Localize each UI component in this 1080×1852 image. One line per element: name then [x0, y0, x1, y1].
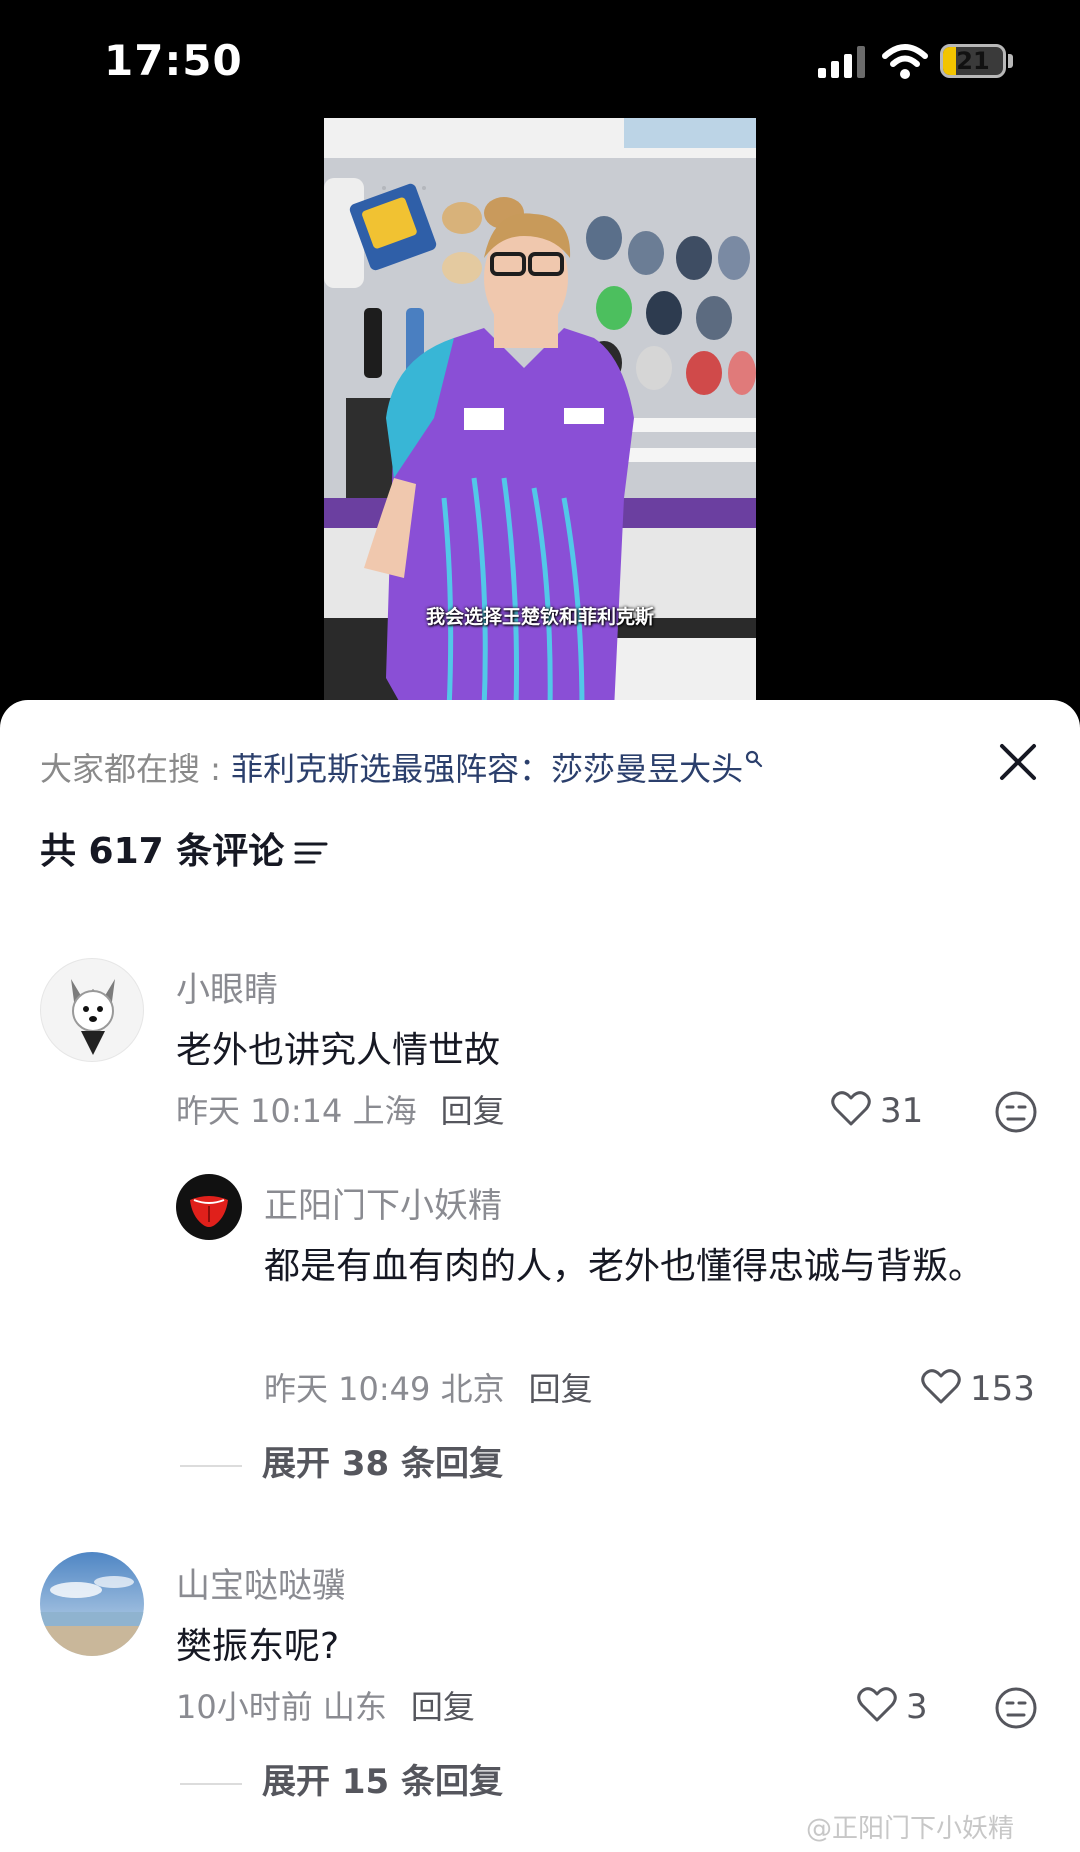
search-icon — [746, 750, 763, 768]
expand-divider — [180, 1464, 242, 1467]
avatar-dog-image — [71, 979, 115, 1055]
related-search[interactable]: 大家都在搜 : 菲利克斯选最强阵容：莎莎曼昱大头 — [40, 744, 763, 790]
emoji-reaction-icon[interactable] — [994, 1686, 1038, 1730]
search-query-link[interactable]: 菲利克斯选最强阵容：莎莎曼昱大头 — [231, 750, 743, 788]
search-prefix: 大家都在搜 : — [40, 750, 232, 788]
comment-time-location: 昨天 10:14 上海 — [176, 1092, 417, 1130]
heart-icon — [831, 1091, 871, 1126]
expand-replies-label: 展开 15 条回复 — [262, 1762, 503, 1802]
reply-button[interactable]: 回复 — [529, 1370, 593, 1408]
expand-replies-button[interactable]: 展开 15 条回复 — [180, 1754, 503, 1803]
reply-button[interactable]: 回复 — [411, 1688, 475, 1726]
status-time: 17:50 — [104, 36, 243, 85]
comment-text: 樊振东呢? — [176, 1626, 340, 1667]
comment-username[interactable]: 小眼睛 — [176, 962, 278, 1011]
status-bar: 17:50 21 — [0, 0, 1080, 120]
expand-replies-button[interactable]: 展开 38 条回复 — [180, 1436, 503, 1485]
reply-text: 都是有血有肉的人，老外也懂得忠诚与背叛。 — [264, 1246, 985, 1287]
reply-meta: 昨天 10:49 北京 回复 — [264, 1364, 593, 1410]
video-player[interactable]: 我会选择王楚钦和菲利克斯 — [324, 118, 756, 710]
weibo-watermark: @正阳门下小妖精 — [806, 1814, 1015, 1844]
comment-time-location: 10小时前 山东 — [176, 1688, 387, 1726]
reply-time-location: 昨天 10:49 北京 — [264, 1370, 505, 1408]
like-count: 31 — [880, 1091, 924, 1131]
like-count: 153 — [970, 1369, 1035, 1409]
video-caption: 我会选择王楚钦和菲利克斯 — [425, 606, 654, 628]
comment-meta: 昨天 10:14 上海 回复 — [176, 1086, 505, 1132]
comment-count-label: 共 617 条评论 — [40, 831, 285, 872]
like-button[interactable]: 31 — [830, 1088, 923, 1132]
battery-level: 21 — [956, 47, 990, 75]
cellular-signal-icon — [818, 46, 865, 78]
comment-count: 共 617 条评论 — [40, 822, 328, 874]
sort-icon[interactable] — [294, 838, 328, 868]
avatar-beach-image — [40, 1552, 144, 1656]
comment-meta: 10小时前 山东 回复 — [176, 1682, 475, 1728]
emoji-reaction-icon[interactable] — [994, 1090, 1038, 1134]
battery-indicator: 21 — [940, 44, 1006, 78]
comment-username[interactable]: 山宝哒哒骥 — [176, 1558, 346, 1607]
comment-sheet: 大家都在搜 : 菲利克斯选最强阵容：莎莎曼昱大头 共 617 条评论 小眼睛 老… — [0, 700, 1080, 1852]
reply-avatar[interactable] — [176, 1174, 242, 1240]
close-icon[interactable] — [994, 738, 1042, 786]
comment-text: 老外也讲究人情世故 — [176, 1030, 501, 1071]
heart-icon — [921, 1369, 961, 1404]
tongue-logo-icon — [190, 1196, 228, 1227]
heart-icon — [857, 1687, 897, 1722]
expand-divider — [180, 1782, 242, 1785]
reply-button[interactable]: 回复 — [441, 1092, 505, 1130]
avatar[interactable] — [40, 958, 144, 1062]
expand-replies-label: 展开 38 条回复 — [262, 1444, 503, 1484]
like-count: 3 — [906, 1687, 928, 1727]
like-button[interactable]: 3 — [856, 1684, 928, 1728]
avatar[interactable] — [40, 1552, 144, 1656]
reply-username[interactable]: 正阳门下小妖精 — [264, 1178, 502, 1227]
battery-cap — [1008, 54, 1013, 68]
wifi-icon — [882, 44, 928, 79]
like-button[interactable]: 153 — [920, 1366, 1035, 1410]
